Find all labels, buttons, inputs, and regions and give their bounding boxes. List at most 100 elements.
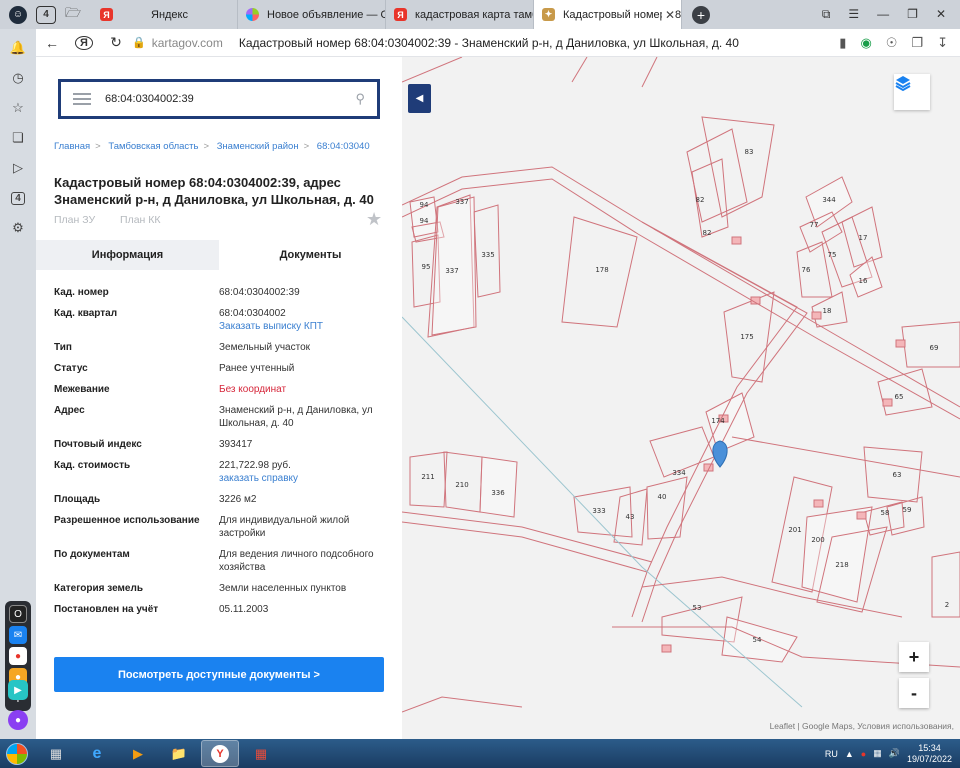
profile-icon[interactable]: ☺ [9,5,27,24]
breadcrumb-district[interactable]: Знаменский район [217,141,299,152]
url-domain[interactable]: kartagov.com [152,36,223,50]
attribute-row: Адрес Знаменский р-н, д Даниловка, ул Шко… [54,404,384,430]
zoom-out-button[interactable]: - [899,678,929,708]
parcel-number-label: 43 [626,513,635,521]
parcel-outline[interactable] [877,368,933,416]
profile-area: ☺ [0,5,36,24]
map-canvas[interactable]: 94 94 337 335 95 337 178 82 82 83 344 77 76 75 17 16 18 1… [402,57,960,739]
start-button[interactable] [0,739,34,768]
tab-avito[interactable]: Новое объявление — Об [238,0,386,29]
view-documents-button[interactable]: Посмотреть доступные документы > [54,657,384,692]
bookmarks-icon[interactable]: ⧉ [822,7,831,22]
hamburger-menu-icon[interactable] [73,90,91,108]
parcel-outline[interactable] [686,128,748,223]
search-icon[interactable]: ⚲ [355,91,365,107]
layers-button[interactable] [894,74,930,110]
extensions-icon[interactable]: ❐ [911,35,923,51]
attribute-label: Разрешенное использование [54,515,200,526]
attribute-link[interactable]: заказать справку [219,472,379,485]
alice-icon[interactable]: ● [8,710,28,730]
building [856,511,867,520]
tab-information[interactable]: Информация [36,240,219,270]
breadcrumb-home[interactable]: Главная [54,141,90,152]
tray-yandex-icon[interactable]: ● [861,749,866,759]
map-attribution[interactable]: Leaflet | Google Maps, Условия использов… [770,721,954,731]
attribute-row: Разрешенное использование Для индивидуаль… [54,514,384,540]
collections-icon[interactable]: ❏ [4,124,32,152]
taskbar-app-ie-icon[interactable]: e [78,740,116,767]
attribute-value: 05.11.2003 [219,604,269,615]
taskbar-app-paint-icon[interactable]: ▦ [242,740,280,767]
search-input[interactable] [105,93,325,105]
cadastral-map[interactable]: 94 94 337 335 95 337 178 82 82 83 344 77 76 75 17 16 18 1… [402,57,960,739]
parcel-number-label: 210 [455,481,468,489]
parcel-number-label: 337 [445,267,458,275]
parcel-number-label: 211 [421,473,434,481]
history-icon[interactable]: ◷ [4,64,32,92]
tab-yandex[interactable]: Я Яндекс [92,0,238,29]
taskbar-app-media-icon[interactable]: ▶ [119,740,157,767]
alice-app-icon[interactable]: O [9,605,27,623]
counter-badge[interactable]: 4 [4,184,32,212]
tab-kartagov[interactable]: ✦ Кадастровый номер 68 ✕ [534,0,682,29]
tab-documents[interactable]: Документы [219,240,402,270]
tray-network-icon[interactable]: ▦ [873,748,882,759]
taskbar-app-explorer-icon[interactable]: 📁 [160,740,198,767]
plan-zu-link[interactable]: План ЗУ [54,214,95,226]
lock-icon[interactable]: 🔒 [132,36,146,49]
plan-kk-link[interactable]: План КК [120,214,160,226]
taskbar-app-yandex-icon[interactable]: Y [201,740,239,767]
menu-icon[interactable]: ☰ [848,7,859,22]
downloads-icon[interactable]: 🗁 [62,4,84,26]
tabs-counter-icon[interactable]: 4 [36,5,56,24]
favorite-star-icon[interactable]: ★ [366,209,382,230]
protect-icon[interactable]: ◉ [860,35,871,51]
language-indicator[interactable]: RU [825,749,838,759]
mail-app-icon[interactable]: ✉ [9,626,27,644]
taskbar-app-calculator-icon[interactable]: ▦ [37,740,75,767]
parcel-outline[interactable] [701,116,775,218]
url-page-title[interactable]: Кадастровый номер 68:04:0304002:39 - Зна… [239,36,739,50]
yandex-home-icon[interactable]: Я [68,35,100,50]
download-icon[interactable]: ↧ [937,35,948,51]
clock[interactable]: 15:34 19/07/2022 [907,743,952,765]
restore-icon[interactable]: ❐ [907,7,918,22]
maps-app-icon[interactable]: ● [9,647,27,665]
tab-yandex-search[interactable]: Я кадастровая карта тамбов [386,0,534,29]
minimize-icon[interactable]: — [877,7,889,22]
send-app-icon[interactable]: ▶ [8,680,28,700]
parcel-outline[interactable] [431,196,477,336]
zoom-in-button[interactable]: + [899,642,929,672]
lightbulb-icon[interactable]: ☉ [886,35,898,51]
breadcrumb-quarter[interactable]: 68:04:03040 [317,141,370,152]
road-edge [641,57,658,88]
yandex-icon: Я [100,8,113,21]
clock-date: 19/07/2022 [906,753,952,764]
location-pin-icon[interactable] [712,440,728,468]
attribute-value: Для ведения личного подсобного хозяйства [219,549,374,573]
close-window-icon[interactable]: ✕ [936,7,946,22]
bookmark-icon[interactable]: ▮ [839,35,846,51]
parcel-number-label: 82 [696,196,705,204]
breadcrumb-region[interactable]: Тамбовская область [108,141,198,152]
parcel-outline[interactable] [646,476,688,540]
reload-icon[interactable]: ↻ [100,34,132,51]
play-icon[interactable]: ▷ [4,154,32,182]
tray-volume-icon[interactable]: 🔊 [889,748,900,759]
camera-icon[interactable]: ⚙ [4,214,32,242]
collapse-panel-button[interactable]: ◀ [408,84,431,113]
building [811,311,822,320]
parcel-number-label: 17 [859,234,868,242]
close-tab-icon[interactable]: ✕ [661,7,675,22]
attribute-link[interactable]: Заказать выписку КПТ [219,320,379,333]
attribute-label: Категория земель [54,583,143,594]
back-icon[interactable]: ← [36,35,68,51]
attribute-value-cell: 05.11.2003 [219,603,379,616]
star-icon[interactable]: ☆ [4,94,32,122]
parcel-outline[interactable] [479,456,518,518]
new-tab-button[interactable]: + [692,5,710,24]
parcel-number-label: 200 [811,536,824,544]
tray-chevron-icon[interactable]: ▲ [845,749,854,759]
bell-icon[interactable]: 🔔 [4,34,32,62]
parcel-outline[interactable] [801,506,873,603]
